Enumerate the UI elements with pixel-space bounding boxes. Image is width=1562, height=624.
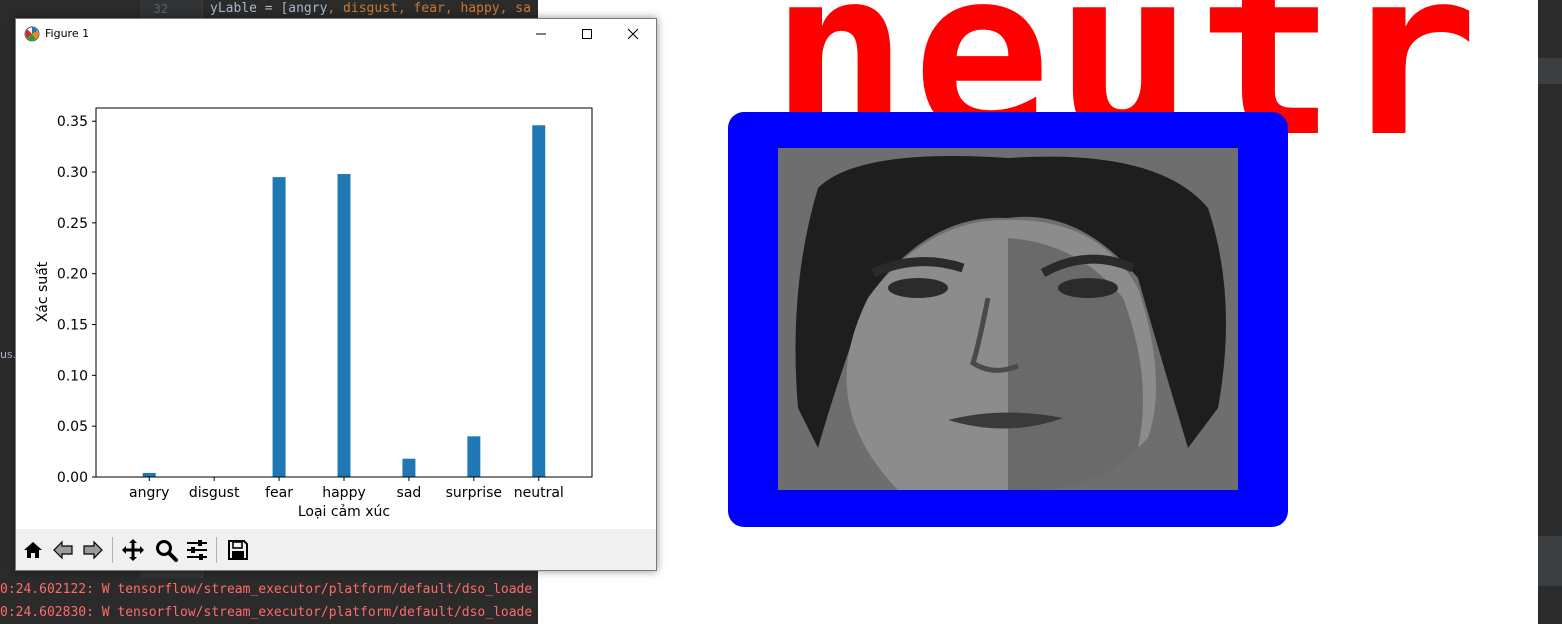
code-part-1: , disgust (327, 1, 398, 16)
forward-button[interactable] (79, 536, 107, 564)
y-tick-label: 0.30 (57, 165, 88, 181)
x-tick-label-sad: sad (397, 485, 422, 501)
toolbar-separator (112, 537, 113, 563)
ide-right-strip (1538, 536, 1562, 562)
save-icon (228, 540, 248, 560)
window-title: Figure 1 (45, 27, 90, 40)
minimize-icon (536, 33, 546, 35)
zoom-icon (156, 540, 178, 562)
maximize-button[interactable] (564, 19, 610, 49)
close-icon (627, 28, 639, 40)
code-part-2: , fear (397, 1, 445, 16)
x-tick-label-disgust: disgust (189, 485, 240, 501)
y-axis: 0.00 0.05 0.10 0.15 0.20 0.25 0.30 0.35 (57, 114, 96, 486)
x-axis-label: Loại cảm xúc (298, 504, 390, 520)
line-number: 32 (153, 2, 168, 16)
plot-canvas[interactable]: 0.00 0.05 0.10 0.15 0.20 0.25 0.30 0.35 angry di… (16, 49, 656, 529)
console-line: 0:24.602830: W tensorflow/stream_executo… (0, 605, 533, 620)
run-console: 0:24.602122: W tensorflow/stream_executo… (0, 578, 538, 624)
maximize-icon (582, 29, 592, 39)
bar-angry (142, 472, 156, 477)
y-tick-label: 0.25 (57, 216, 88, 232)
face-photo (778, 148, 1238, 490)
x-axis: angry disgust fear happy sad surprise neutral (129, 477, 564, 501)
forward-arrow-icon (83, 540, 103, 560)
toolbar-separator (216, 537, 217, 563)
code-part-4: , sa (499, 1, 531, 16)
y-tick-label: 0.10 (57, 368, 88, 384)
bar-surprise (467, 436, 481, 477)
window-titlebar[interactable]: Figure 1 (16, 19, 656, 49)
face-illustration (778, 148, 1238, 490)
code-text: yLable = [angry (210, 1, 328, 16)
y-tick-label: 0.05 (57, 419, 88, 435)
code-part-3: , happy (444, 1, 500, 16)
pan-button[interactable] (119, 536, 147, 564)
ide-right-strip (1538, 560, 1562, 586)
console-line: 0:24.602122: W tensorflow/stream_executo… (0, 582, 533, 597)
bar-fear (272, 177, 286, 477)
pan-icon (122, 539, 144, 561)
configure-subplots-icon (187, 540, 207, 560)
x-tick-label-angry: angry (129, 485, 169, 501)
save-button[interactable] (224, 536, 252, 564)
figure-window: Figure 1 0.00 0.05 0.10 0.15 0.20 0.25 0.30 0.3… (15, 18, 657, 571)
configure-subplots-button[interactable] (183, 536, 211, 564)
y-tick-label: 0.15 (57, 318, 88, 334)
zoom-button[interactable] (152, 536, 180, 564)
bar-happy (337, 174, 351, 477)
y-tick-label: 0.20 (57, 267, 88, 283)
detection-image: neutr (538, 0, 1538, 624)
x-tick-label-neutral: neutral (514, 485, 564, 501)
home-icon (24, 542, 42, 558)
bar-group (142, 125, 546, 477)
y-tick-label: 0.35 (57, 114, 88, 130)
bar-neutral (532, 125, 546, 477)
y-axis-label: Xác suất (35, 261, 51, 322)
x-tick-label-happy: happy (322, 485, 366, 501)
ide-right-strip (1538, 58, 1562, 84)
ide-right-edge (1538, 0, 1562, 624)
matplotlib-logo-icon (24, 26, 40, 42)
minimize-button[interactable] (518, 19, 564, 49)
navigation-toolbar (16, 529, 656, 570)
home-button[interactable] (19, 536, 47, 564)
x-tick-label-surprise: surprise (446, 485, 502, 501)
x-tick-label-fear: fear (265, 485, 293, 501)
back-arrow-icon (53, 540, 73, 560)
bar-sad (402, 458, 416, 477)
y-tick-label: 0.00 (57, 470, 88, 486)
back-button[interactable] (49, 536, 77, 564)
close-button[interactable] (610, 19, 656, 49)
code-line[interactable]: yLable = [angry, disgust, fear, happy, s… (210, 1, 531, 16)
